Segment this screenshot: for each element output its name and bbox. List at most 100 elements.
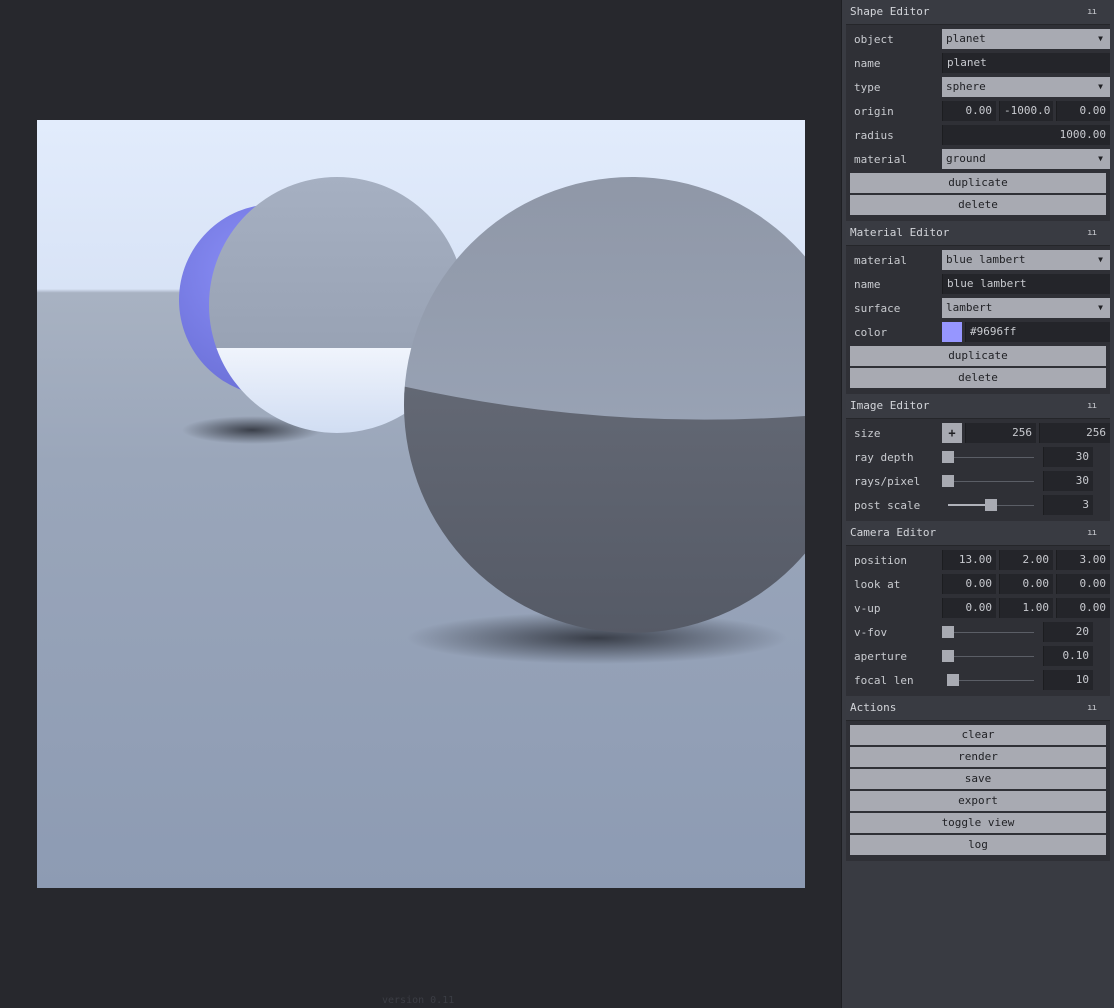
material-duplicate-button[interactable]: duplicate <box>850 346 1106 366</box>
toggle-view-button[interactable]: toggle view <box>850 813 1106 833</box>
look-at-y-input[interactable]: 0.00 <box>999 574 1053 594</box>
version-label: version 0.11 <box>382 995 455 1006</box>
color-swatch[interactable] <box>942 322 962 342</box>
v-fov-slider[interactable] <box>942 622 1040 642</box>
radius-label: radius <box>854 128 894 142</box>
focal-len-input[interactable]: 10 <box>1043 670 1093 690</box>
camera-editor-title: Camera Editor <box>850 526 937 539</box>
shape-material-label: material <box>854 152 907 166</box>
v-fov-label: v-fov <box>854 625 888 639</box>
slider-thumb[interactable] <box>985 499 997 511</box>
radius-input[interactable]: 1000.00 <box>942 125 1110 145</box>
v-fov-input[interactable]: 20 <box>1043 622 1093 642</box>
focal-len-slider[interactable] <box>942 670 1040 690</box>
chevron-down-icon: ▼ <box>1098 34 1103 43</box>
origin-label: origin <box>854 104 894 118</box>
post-scale-input[interactable]: 3 <box>1043 495 1093 515</box>
collapse-icon[interactable]: ıı <box>1087 696 1097 720</box>
origin-y-input[interactable]: -1000.0 <box>999 101 1053 121</box>
v-up-label: v-up <box>854 601 881 615</box>
material-name-row: name blue lambert <box>846 272 1110 296</box>
aperture-label: aperture <box>854 649 907 663</box>
slider-thumb[interactable] <box>942 451 954 463</box>
rendered-image <box>37 120 805 888</box>
ray-depth-row: ray depth 30 <box>846 445 1110 469</box>
slider-thumb[interactable] <box>942 626 954 638</box>
origin-z-input[interactable]: 0.00 <box>1056 101 1110 121</box>
plus-icon[interactable]: + <box>942 423 962 443</box>
rays-pixel-label: rays/pixel <box>854 474 921 488</box>
look-at-z-input[interactable]: 0.00 <box>1056 574 1110 594</box>
v-up-z-input[interactable]: 0.00 <box>1056 598 1110 618</box>
rays-pixel-row: rays/pixel 30 <box>846 469 1110 493</box>
v-up-row: v-up 0.00 1.00 0.00 <box>846 596 1110 620</box>
aperture-slider[interactable] <box>942 646 1040 666</box>
shape-delete-button[interactable]: delete <box>850 195 1106 215</box>
position-z-input[interactable]: 3.00 <box>1056 550 1110 570</box>
image-editor-header[interactable]: Image Editor ıı <box>842 394 1114 418</box>
shape-duplicate-button[interactable]: duplicate <box>850 173 1106 193</box>
shape-name-input[interactable]: planet <box>942 53 1110 73</box>
shape-material-select[interactable]: ground ▼ <box>942 149 1110 169</box>
image-editor-title: Image Editor <box>850 399 930 412</box>
ray-depth-slider[interactable] <box>942 447 1040 467</box>
object-select-value: planet <box>946 32 986 45</box>
position-y-input[interactable]: 2.00 <box>999 550 1053 570</box>
save-button[interactable]: save <box>850 769 1106 789</box>
post-scale-slider[interactable] <box>942 495 1040 515</box>
color-label: color <box>854 325 888 339</box>
focal-len-label: focal len <box>854 673 914 687</box>
image-editor-panel: size + 256 256 ray depth 30 rays/pixel 3… <box>846 418 1110 521</box>
shape-editor-header[interactable]: Shape Editor ıı <box>842 0 1114 24</box>
size-label: size <box>854 426 881 440</box>
rays-pixel-slider[interactable] <box>942 471 1040 491</box>
material-select[interactable]: blue lambert ▼ <box>942 250 1110 270</box>
slider-thumb[interactable] <box>942 650 954 662</box>
origin-row: origin 0.00 -1000.0 0.00 <box>846 99 1110 123</box>
aperture-row: aperture 0.10 <box>846 644 1110 668</box>
size-row: size + 256 256 <box>846 421 1110 445</box>
origin-x-input[interactable]: 0.00 <box>942 101 996 121</box>
log-button[interactable]: log <box>850 835 1106 855</box>
radius-row: radius 1000.00 <box>846 123 1110 147</box>
camera-editor-header[interactable]: Camera Editor ıı <box>842 521 1114 545</box>
v-up-x-input[interactable]: 0.00 <box>942 598 996 618</box>
material-select-value: blue lambert <box>946 253 1026 266</box>
collapse-icon[interactable]: ıı <box>1087 221 1097 245</box>
collapse-icon[interactable]: ıı <box>1087 394 1097 418</box>
render-button[interactable]: render <box>850 747 1106 767</box>
chevron-down-icon: ▼ <box>1098 303 1103 312</box>
size-height-input[interactable]: 256 <box>1039 423 1110 443</box>
look-at-x-input[interactable]: 0.00 <box>942 574 996 594</box>
surface-select[interactable]: lambert ▼ <box>942 298 1110 318</box>
shape-name-label: name <box>854 56 881 70</box>
v-up-y-input[interactable]: 1.00 <box>999 598 1053 618</box>
chevron-down-icon: ▼ <box>1098 154 1103 163</box>
material-row: material blue lambert ▼ <box>846 248 1110 272</box>
position-x-input[interactable]: 13.00 <box>942 550 996 570</box>
object-select[interactable]: planet ▼ <box>942 29 1110 49</box>
ray-depth-input[interactable]: 30 <box>1043 447 1093 467</box>
material-editor-title: Material Editor <box>850 226 950 239</box>
shape-editor-panel: object planet ▼ name planet type sphere … <box>846 24 1110 221</box>
rays-pixel-input[interactable]: 30 <box>1043 471 1093 491</box>
type-select[interactable]: sphere ▼ <box>942 77 1110 97</box>
collapse-icon[interactable]: ıı <box>1087 0 1097 24</box>
actions-header[interactable]: Actions ıı <box>842 696 1114 720</box>
chevron-down-icon: ▼ <box>1098 255 1103 264</box>
slider-thumb[interactable] <box>942 475 954 487</box>
material-editor-header[interactable]: Material Editor ıı <box>842 221 1114 245</box>
material-editor-panel: material blue lambert ▼ name blue lamber… <box>846 245 1110 394</box>
aperture-input[interactable]: 0.10 <box>1043 646 1093 666</box>
clear-button[interactable]: clear <box>850 725 1106 745</box>
slider-thumb[interactable] <box>947 674 960 686</box>
material-name-input[interactable]: blue lambert <box>942 274 1110 294</box>
color-input[interactable]: #9696ff <box>965 322 1110 342</box>
export-button[interactable]: export <box>850 791 1106 811</box>
collapse-icon[interactable]: ıı <box>1087 521 1097 545</box>
size-width-input[interactable]: 256 <box>965 423 1036 443</box>
material-delete-button[interactable]: delete <box>850 368 1106 388</box>
post-scale-row: post scale 3 <box>846 493 1110 517</box>
object-label: object <box>854 32 894 46</box>
position-label: position <box>854 553 907 567</box>
